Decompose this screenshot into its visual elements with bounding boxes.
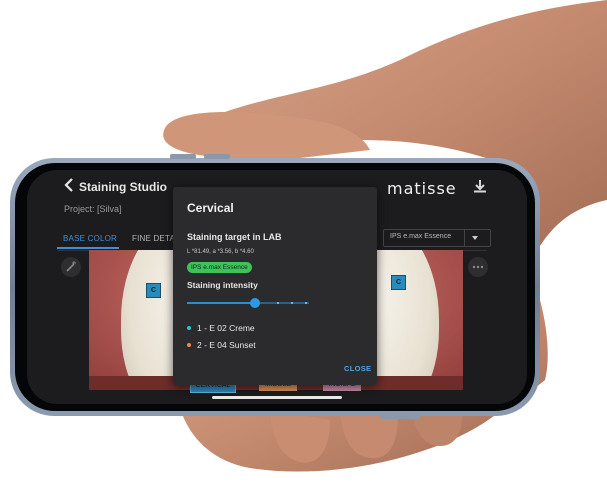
stain-color-dot (187, 326, 191, 330)
home-indicator[interactable] (212, 396, 342, 399)
slider-track-active (187, 302, 255, 304)
stain-color-dot (187, 343, 191, 347)
dialog-title: Cervical (187, 201, 234, 215)
intensity-slider-thumb[interactable] (250, 298, 260, 308)
stain-label: 1 - E 02 Creme (197, 323, 255, 333)
select-divider (464, 230, 465, 246)
tab-base-color[interactable]: BASE COLOR (63, 234, 117, 243)
magic-wand-button[interactable] (61, 257, 81, 277)
intensity-label: Staining intensity (187, 280, 258, 290)
project-label: Project: [Silva] (64, 204, 122, 214)
tab-underline (57, 247, 119, 249)
back-chevron-icon[interactable] (63, 178, 75, 192)
slider-tick (305, 302, 307, 304)
close-button[interactable]: CLOSE (344, 364, 371, 373)
phone-button (204, 154, 230, 159)
chevron-down-icon (472, 236, 478, 240)
logo-text: matisse (387, 179, 457, 198)
cervical-dialog: Cervical Staining target in LAB L *81.49… (173, 187, 377, 385)
slider-tick (291, 302, 293, 304)
stain-label: 2 - E 04 Sunset (197, 340, 256, 350)
lab-values: L *81.49, a *3.56, b *4.60 (187, 249, 254, 255)
more-icon (472, 265, 484, 269)
material-badge: IPS e.max Essence (187, 262, 252, 273)
app-screen: Staining Studio Project: [Silva] matisse… (27, 170, 527, 404)
phone-button (380, 414, 420, 419)
lab-title: Staining target in LAB (187, 232, 282, 242)
download-icon[interactable] (473, 179, 487, 193)
page-title: Staining Studio (79, 180, 167, 194)
shade-marker[interactable]: C (391, 275, 406, 290)
slider-tick (277, 302, 279, 304)
material-select[interactable]: IPS e.max Essence (383, 229, 491, 247)
more-button[interactable] (468, 257, 488, 277)
material-select-value: IPS e.max Essence (390, 233, 452, 240)
phone-button (170, 154, 196, 159)
slider-track (255, 302, 309, 304)
magic-wand-icon (66, 261, 76, 272)
shade-marker[interactable]: C (146, 283, 161, 298)
brand-logo: matisse (387, 179, 457, 198)
